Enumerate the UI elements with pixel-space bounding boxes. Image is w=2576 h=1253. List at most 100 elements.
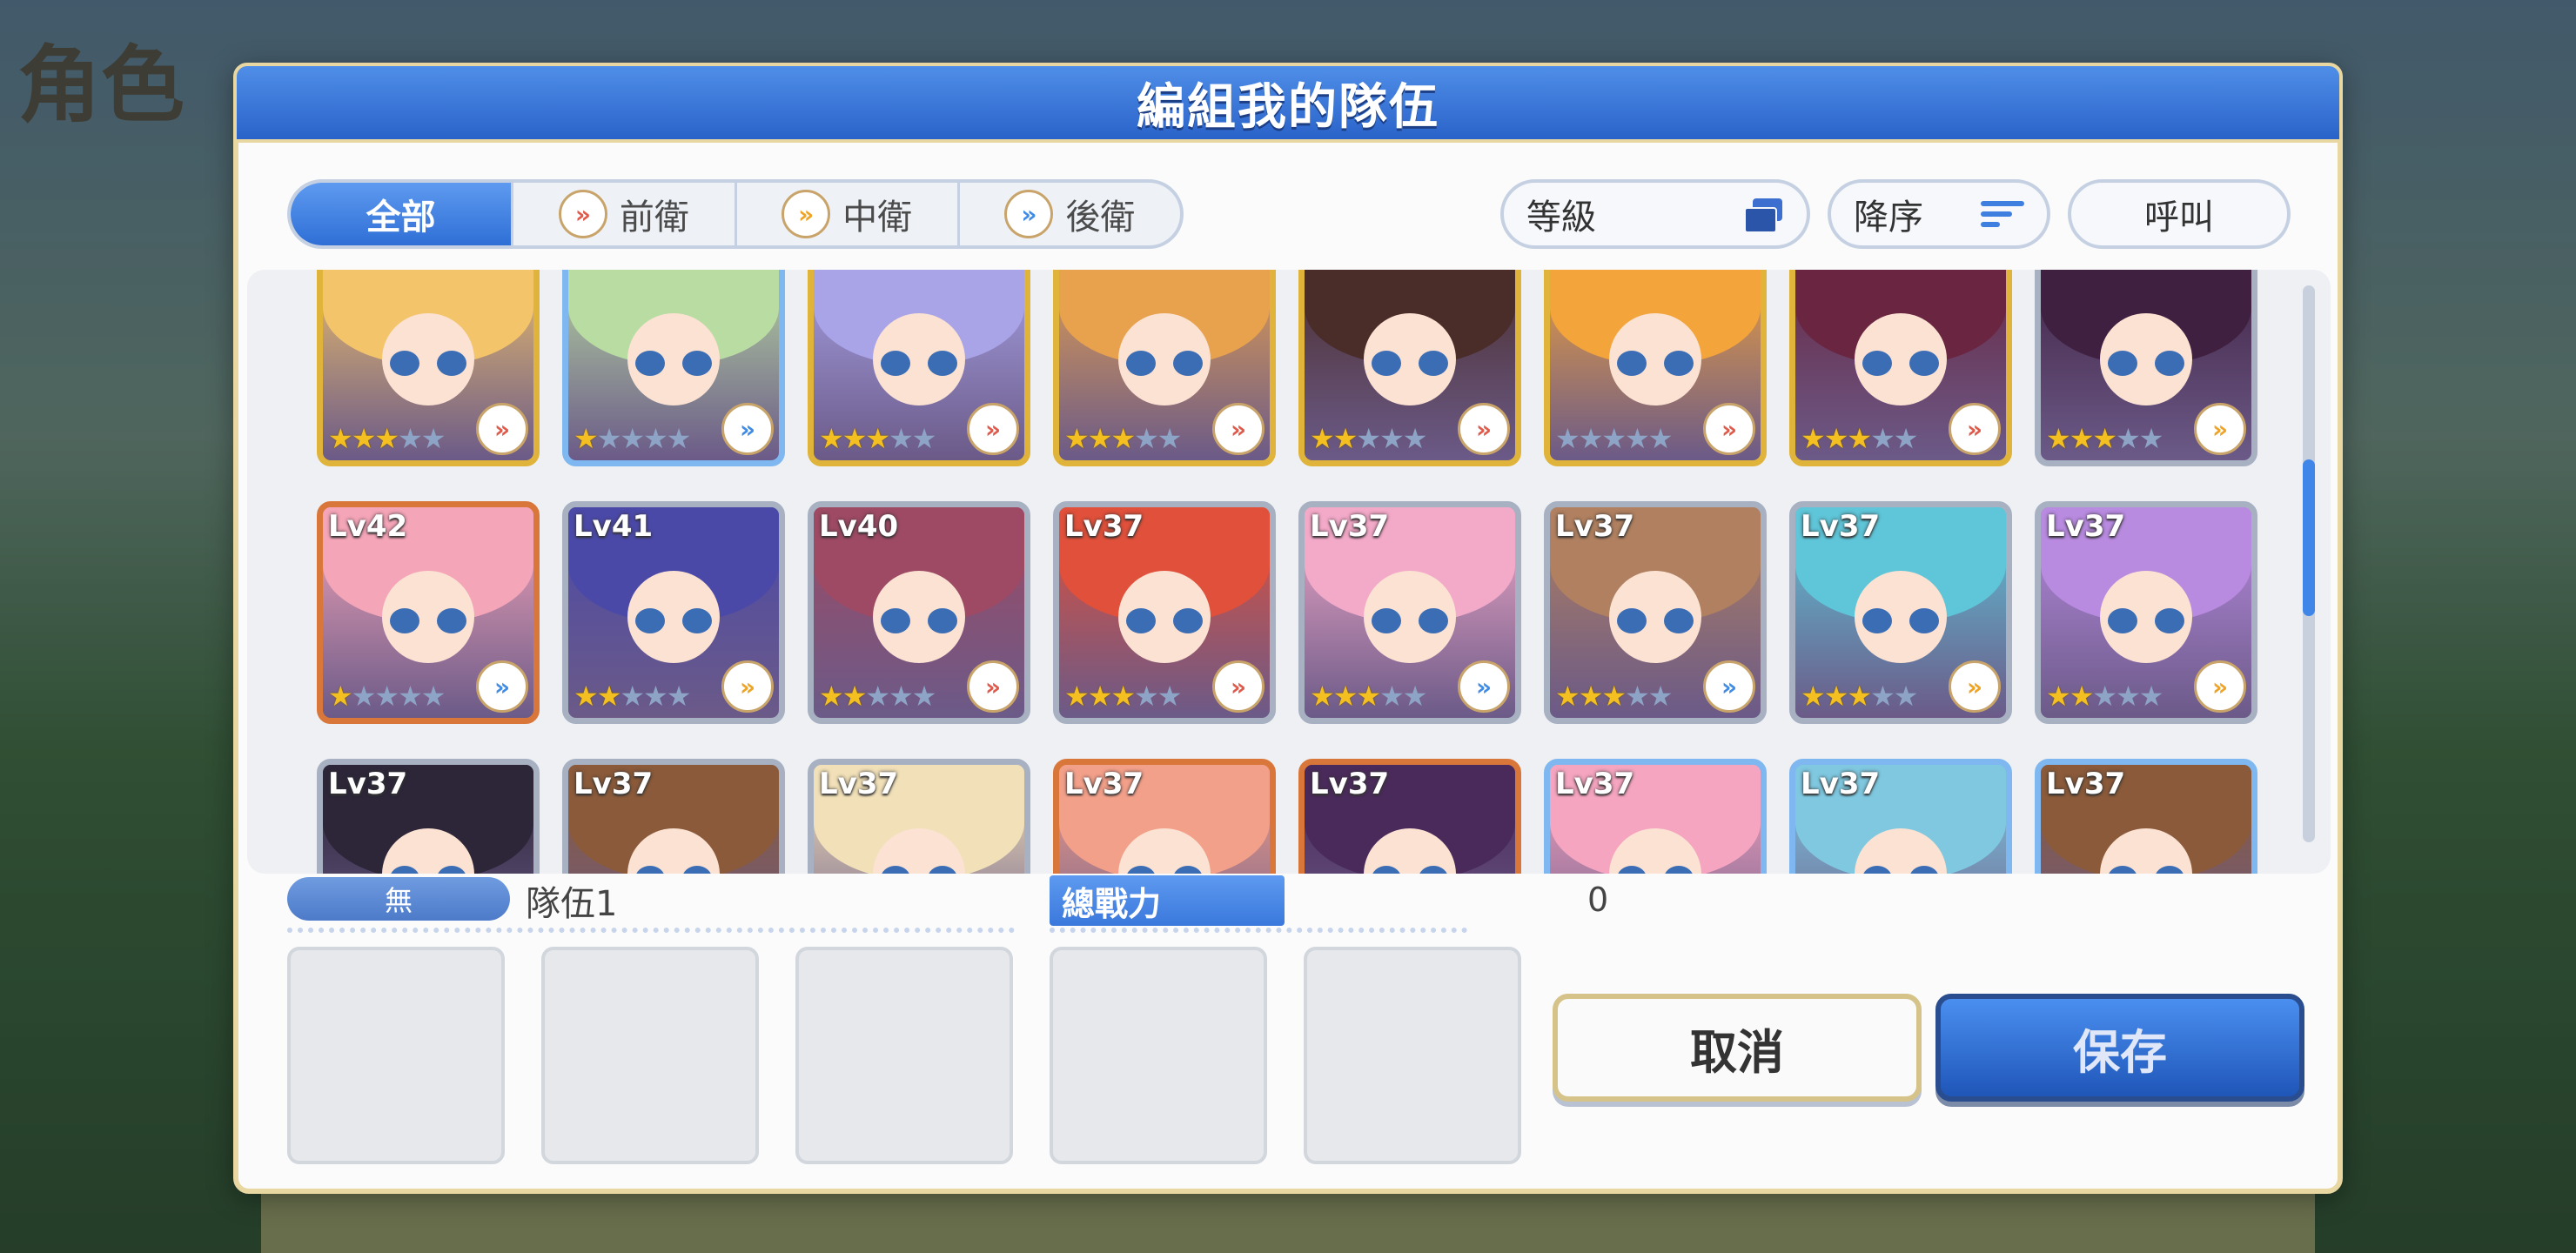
- character-portrait-eye: [927, 351, 957, 377]
- total-power-value: 0: [1587, 881, 1609, 919]
- level-label: 等級: [1526, 198, 1596, 238]
- star-rating: ★★★★★: [574, 680, 691, 713]
- character-level: Lv37: [1310, 767, 1390, 801]
- character-grid: ★★★★★ » ★★★★★ » ★★★★★ » ★★★★★ » ★★★★★ » ★★★★★ » ★★★★…: [317, 270, 2257, 874]
- character-level: Lv37: [1064, 509, 1144, 544]
- character-card[interactable]: Lv42 ★★★★★ »: [317, 501, 540, 724]
- front-position-icon: »: [558, 190, 607, 238]
- character-card[interactable]: Lv37: [808, 759, 1030, 874]
- star-rating: ★★★★★: [1555, 422, 1673, 455]
- middle-position-icon: »: [721, 660, 774, 713]
- character-card[interactable]: Lv37: [562, 759, 785, 874]
- character-card[interactable]: ★★★★★ »: [562, 270, 785, 466]
- character-card[interactable]: Lv41 ★★★★★ »: [562, 501, 785, 724]
- character-portrait-eye: [2154, 608, 2184, 634]
- character-card[interactable]: Lv37 ★★★★★ »: [1544, 501, 1767, 724]
- character-card[interactable]: Lv40 ★★★★★ »: [808, 501, 1030, 724]
- character-level: Lv37: [1310, 509, 1390, 544]
- divider: [1050, 928, 1467, 933]
- character-portrait-eye: [1663, 608, 1694, 634]
- character-card[interactable]: Lv37: [1789, 759, 2012, 874]
- team-slot-1[interactable]: [287, 947, 505, 1164]
- front-position-icon: »: [476, 403, 528, 455]
- tab-middle[interactable]: » 中衛: [737, 183, 960, 245]
- character-level: Lv37: [2046, 509, 2126, 544]
- tab-label: 前衛: [619, 198, 689, 238]
- tab-front[interactable]: » 前衛: [513, 183, 737, 245]
- character-card[interactable]: ★★★★★ »: [1298, 270, 1521, 466]
- character-portrait-eye: [1909, 351, 1939, 377]
- call-button[interactable]: 呼叫: [2068, 179, 2291, 249]
- character-card[interactable]: Lv37 ★★★★★ »: [2035, 501, 2257, 724]
- tab-back[interactable]: » 後衛: [960, 183, 1180, 245]
- character-card[interactable]: Lv37 ★★★★★ »: [1298, 501, 1521, 724]
- cancel-button[interactable]: 取消: [1553, 994, 1922, 1102]
- character-card[interactable]: ★★★★★ »: [2035, 270, 2257, 466]
- character-level: Lv37: [1801, 509, 1881, 544]
- tab-all[interactable]: 全部: [291, 183, 514, 245]
- team-slot-4[interactable]: [1050, 947, 1267, 1164]
- star-rating: ★★★★★: [1310, 680, 1427, 713]
- star-rating: ★★★★★: [328, 422, 446, 455]
- character-level: Lv37: [1555, 767, 1635, 801]
- character-level: Lv37: [1064, 767, 1144, 801]
- star-rating: ★★★★★: [574, 422, 691, 455]
- scrollbar-thumb[interactable]: [2303, 459, 2315, 616]
- character-card[interactable]: ★★★★★ »: [808, 270, 1030, 466]
- character-card[interactable]: Lv37: [2035, 759, 2257, 874]
- team-slot-3[interactable]: [795, 947, 1013, 1164]
- character-card[interactable]: Lv37 ★★★★★ »: [1789, 501, 2012, 724]
- character-list-scrollbar[interactable]: [2303, 285, 2315, 842]
- front-position-icon: »: [1949, 403, 2001, 455]
- character-portrait-eye: [436, 608, 466, 634]
- character-list[interactable]: ★★★★★ » ★★★★★ » ★★★★★ » ★★★★★ » ★★★★★ » ★★★★★ » ★★★★…: [247, 270, 2331, 874]
- character-level: Lv42: [328, 509, 408, 544]
- descending-sort-button[interactable]: 降序: [1828, 179, 2050, 249]
- star-rating: ★★★★★: [819, 680, 936, 713]
- character-portrait-eye: [436, 351, 466, 377]
- character-level: Lv41: [574, 509, 654, 544]
- character-portrait-eye: [1172, 608, 1203, 634]
- character-card[interactable]: Lv37 ★★★★★ »: [1053, 501, 1276, 724]
- character-card[interactable]: Lv37: [1298, 759, 1521, 874]
- character-portrait-eye: [2154, 351, 2184, 377]
- character-portrait-eye: [1418, 351, 1448, 377]
- character-level: Lv37: [2046, 767, 2126, 801]
- divider: [287, 928, 1015, 933]
- character-card[interactable]: ★★★★★ »: [1789, 270, 2012, 466]
- character-card[interactable]: ★★★★★ »: [1544, 270, 1767, 466]
- character-card[interactable]: Lv37: [1544, 759, 1767, 874]
- team-attribute-badge: 無: [287, 877, 510, 921]
- middle-position-icon: »: [1949, 660, 2001, 713]
- character-card[interactable]: ★★★★★ »: [317, 270, 540, 466]
- character-portrait-eye: [1909, 608, 1939, 634]
- character-card[interactable]: Lv37: [1053, 759, 1276, 874]
- character-level: Lv37: [819, 767, 899, 801]
- team-formation-dialog: 編組我的隊伍 全部 » 前衛 » 中衛 » 後衛 等級 降序 呼叫 ★★★★★ »…: [233, 63, 2343, 1194]
- dialog-title: 編組我的隊伍: [1137, 78, 1439, 136]
- team-slot-5[interactable]: [1304, 947, 1521, 1164]
- character-portrait-eye: [927, 608, 957, 634]
- character-level: Lv37: [1801, 767, 1881, 801]
- star-rating: ★★★★★: [1064, 680, 1182, 713]
- level-sort-button[interactable]: 等級: [1500, 179, 1810, 249]
- character-portrait-eye: [681, 608, 712, 634]
- team-slot-2[interactable]: [541, 947, 759, 1164]
- character-card[interactable]: ★★★★★ »: [1053, 270, 1276, 466]
- character-portrait-eye: [681, 351, 712, 377]
- position-filter-tabs: 全部 » 前衛 » 中衛 » 後衛: [287, 179, 1184, 249]
- back-position-icon: »: [1004, 190, 1054, 238]
- character-level: Lv37: [328, 767, 408, 801]
- star-rating: ★★★★★: [1801, 422, 1918, 455]
- character-card[interactable]: Lv37: [317, 759, 540, 874]
- front-position-icon: »: [967, 403, 1019, 455]
- star-rating: ★★★★★: [1310, 422, 1427, 455]
- tab-label: 全部: [366, 198, 436, 238]
- team-name: 隊伍1: [526, 884, 618, 924]
- character-portrait-eye: [1172, 351, 1203, 377]
- front-position-icon: »: [967, 660, 1019, 713]
- save-button[interactable]: 保存: [1935, 994, 2304, 1102]
- star-rating: ★★★★★: [1064, 422, 1182, 455]
- front-position-icon: »: [1458, 403, 1510, 455]
- total-power-label: 總戰力: [1050, 875, 1285, 926]
